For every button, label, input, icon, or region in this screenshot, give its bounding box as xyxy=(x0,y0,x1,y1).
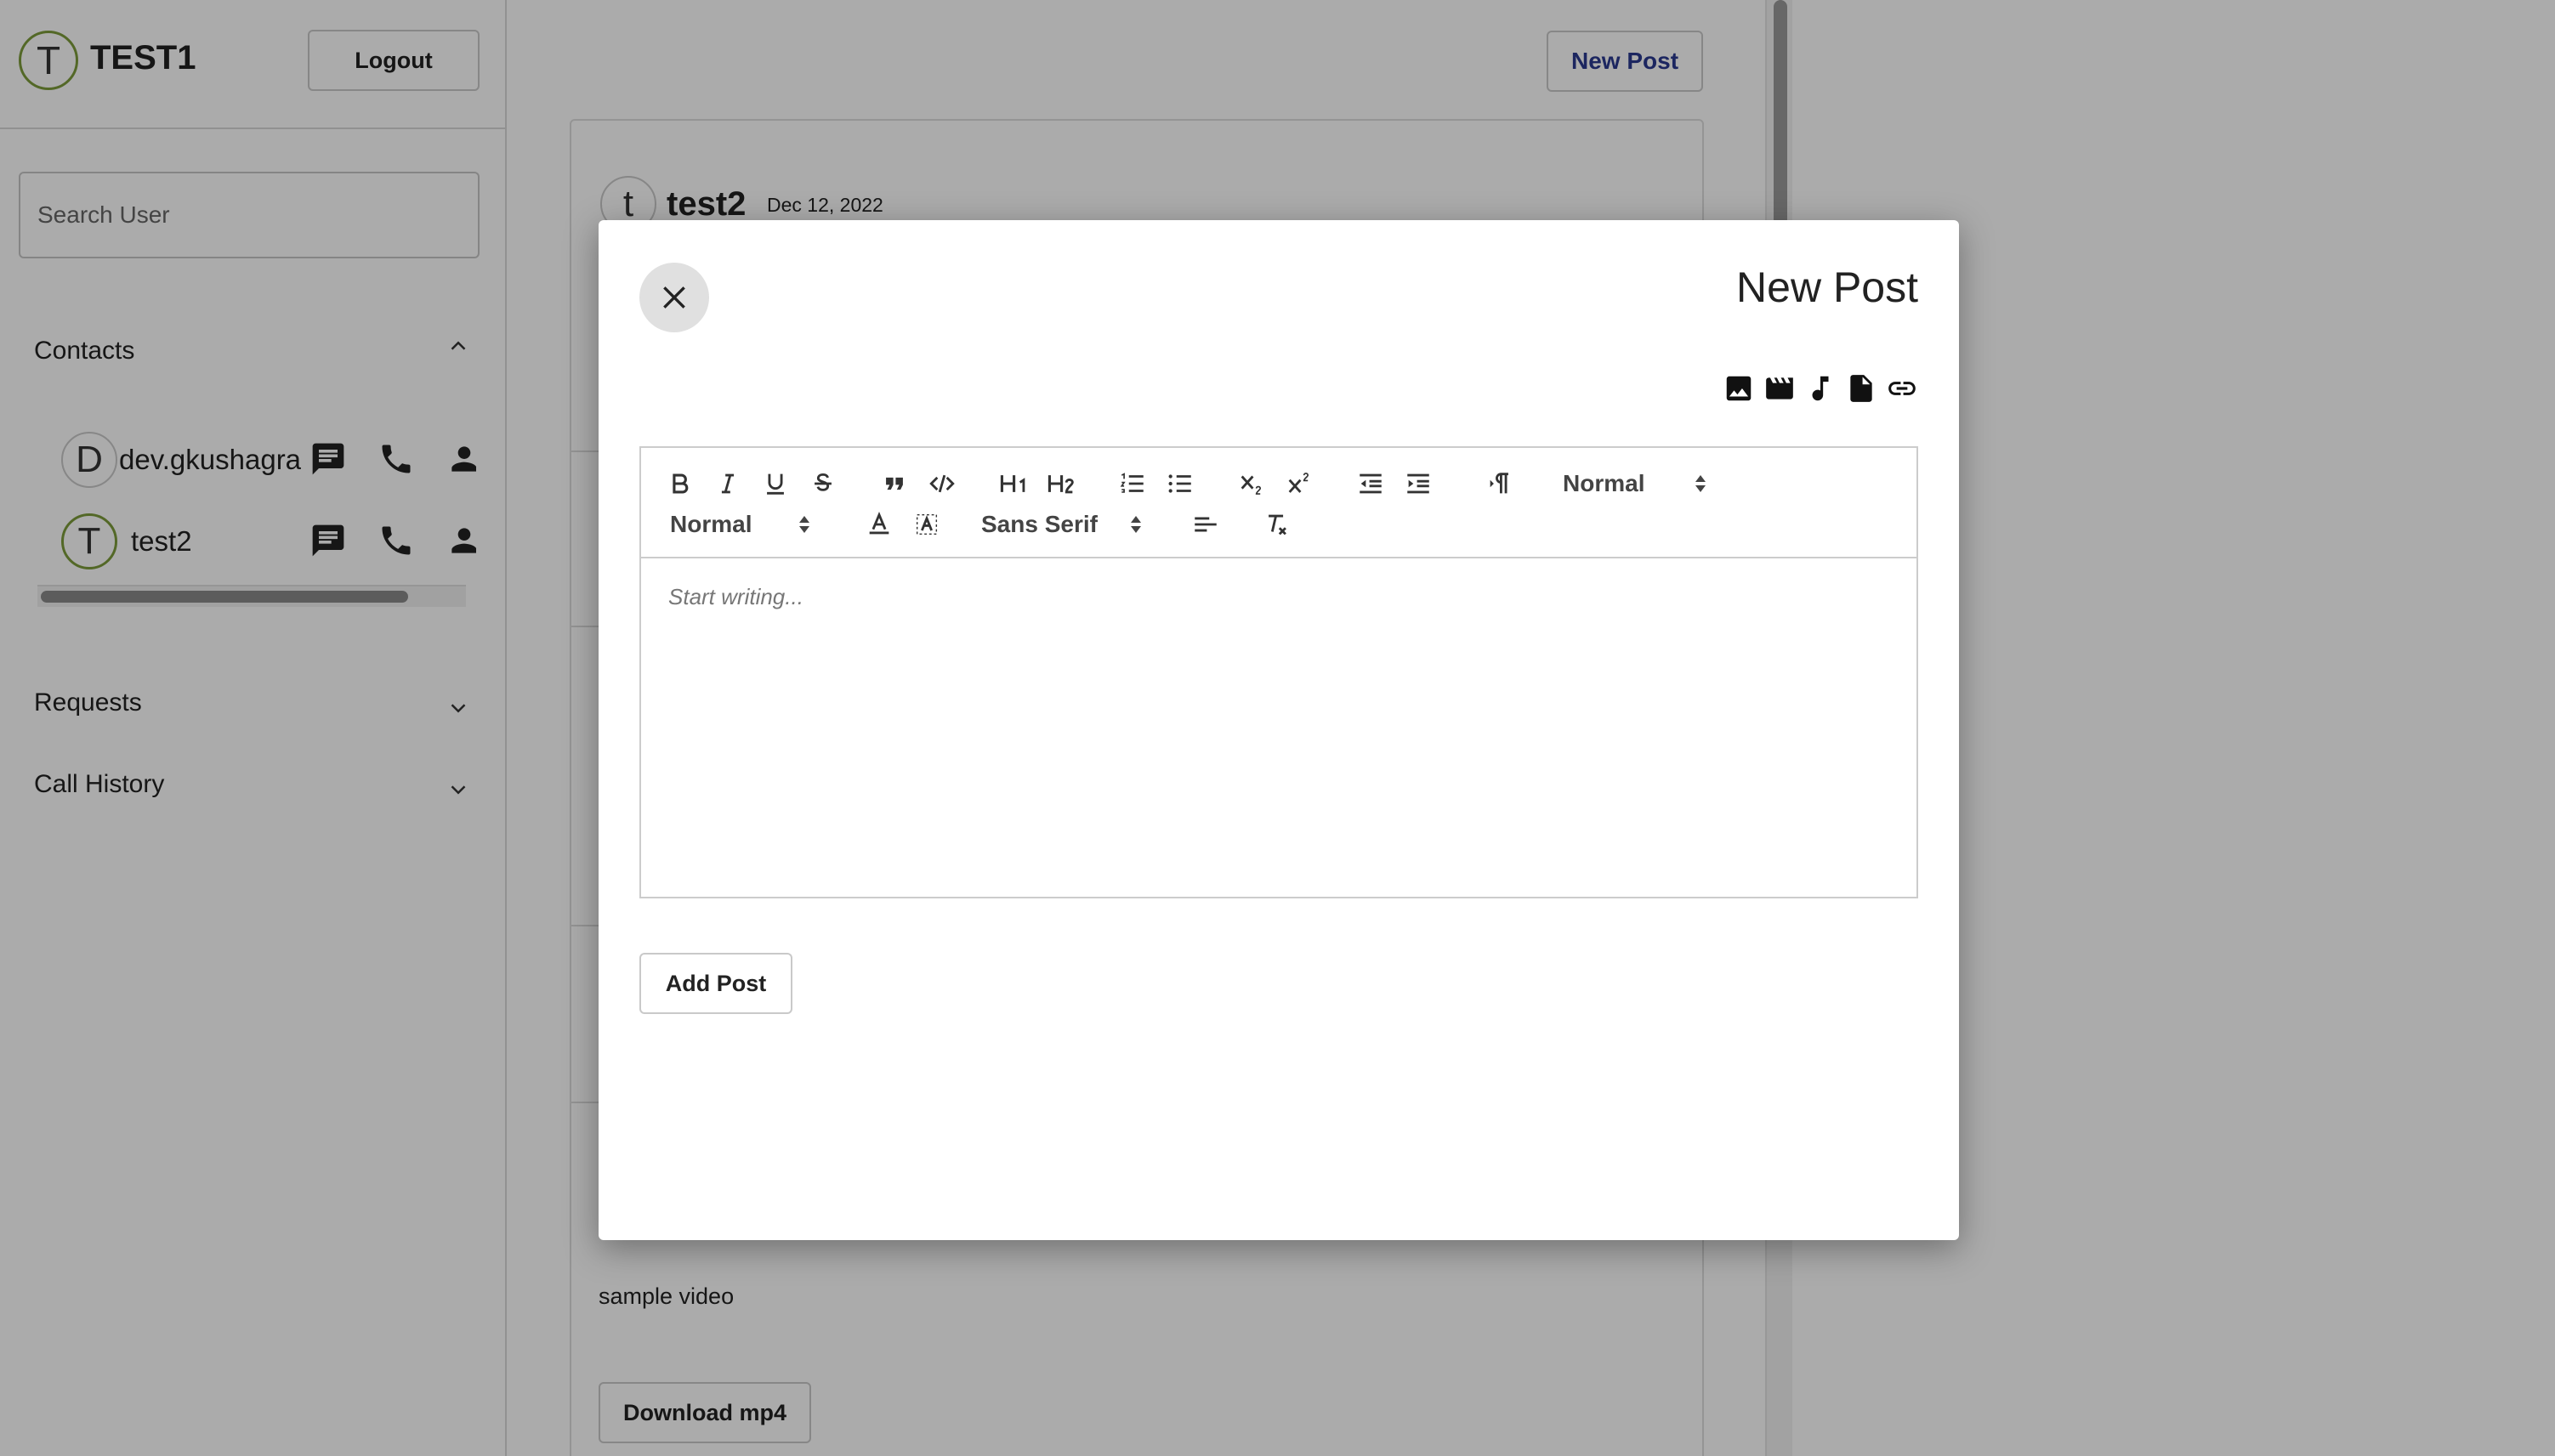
outdent-icon[interactable] xyxy=(1354,467,1388,501)
link-icon[interactable] xyxy=(1886,371,1918,405)
subscript-icon[interactable] xyxy=(1235,467,1269,501)
video-icon[interactable] xyxy=(1763,371,1796,405)
text-direction-icon[interactable] xyxy=(1483,467,1517,501)
background-color-icon[interactable] xyxy=(910,507,944,541)
align-left-icon[interactable] xyxy=(1189,507,1223,541)
bold-icon[interactable] xyxy=(663,467,697,501)
add-post-button[interactable]: Add Post xyxy=(639,953,792,1014)
code-block-icon[interactable] xyxy=(925,467,959,501)
size-select[interactable]: Normal xyxy=(670,507,811,541)
heading-1-icon[interactable] xyxy=(996,467,1034,501)
image-icon[interactable] xyxy=(1723,371,1755,405)
close-icon xyxy=(663,286,685,309)
font-select[interactable]: Sans Serif xyxy=(981,507,1143,541)
editor-input[interactable]: Start writing... xyxy=(668,584,803,610)
select-arrows-icon xyxy=(1129,513,1143,536)
bullet-list-icon[interactable] xyxy=(1163,467,1197,501)
underline-icon[interactable] xyxy=(758,467,792,501)
heading-2-icon[interactable] xyxy=(1044,467,1082,501)
select-arrows-icon xyxy=(798,513,811,536)
header-select-value: Normal xyxy=(1563,470,1645,496)
font-select-value: Sans Serif xyxy=(981,511,1098,537)
rich-text-editor: Normal Normal Sans Serif Start writing..… xyxy=(639,446,1918,898)
indent-icon[interactable] xyxy=(1401,467,1435,501)
new-post-modal: New Post Normal Normal Sans Serif Start … xyxy=(599,220,1959,1240)
strikethrough-icon[interactable] xyxy=(806,467,840,501)
editor-toolbar: Normal Normal Sans Serif xyxy=(641,448,1916,558)
header-select[interactable]: Normal xyxy=(1563,467,1707,501)
text-color-icon[interactable] xyxy=(862,507,896,541)
ordered-list-icon[interactable] xyxy=(1116,467,1150,501)
size-select-value: Normal xyxy=(670,511,752,537)
select-arrows-icon xyxy=(1694,472,1707,496)
close-button[interactable] xyxy=(639,263,709,332)
media-attach-toolbar xyxy=(1723,371,1918,405)
document-icon[interactable] xyxy=(1845,371,1877,405)
italic-icon[interactable] xyxy=(711,467,745,501)
blockquote-icon[interactable] xyxy=(877,467,911,501)
modal-title: New Post xyxy=(1736,263,1918,311)
audio-icon[interactable] xyxy=(1804,371,1837,405)
superscript-icon[interactable] xyxy=(1282,467,1316,501)
clear-formatting-icon[interactable] xyxy=(1260,507,1294,541)
